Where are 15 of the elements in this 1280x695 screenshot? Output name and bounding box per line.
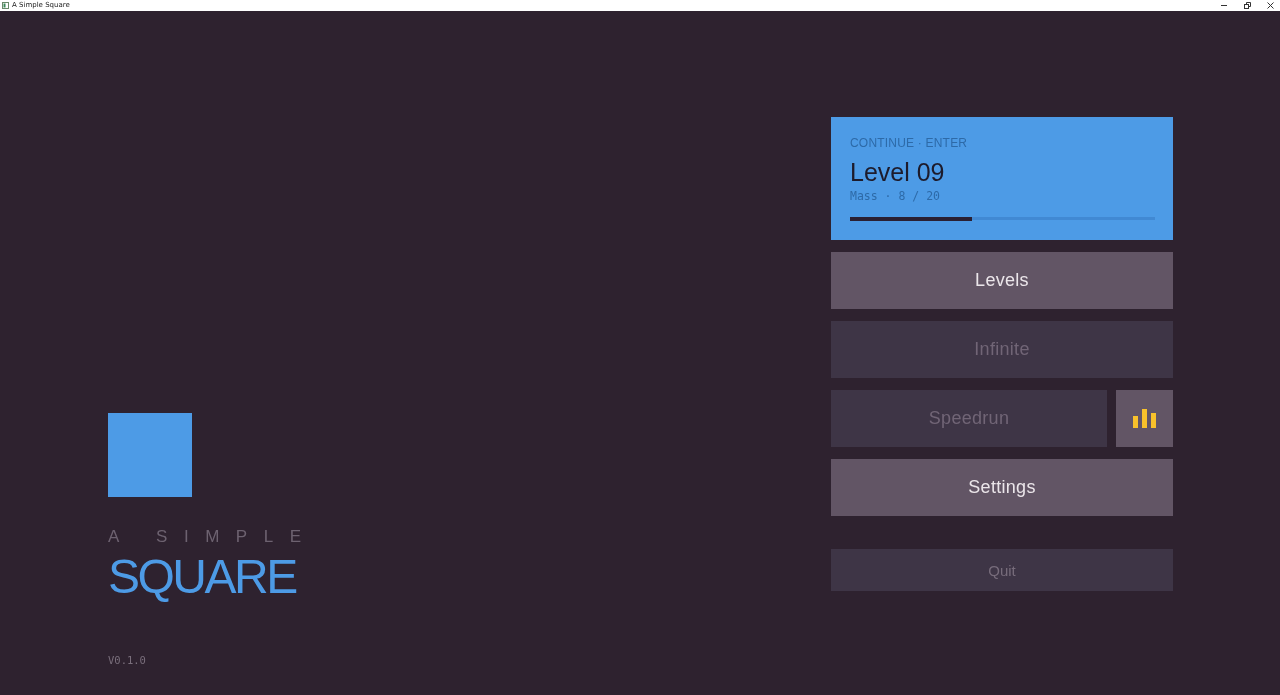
progress-text: Mass · 8 / 20: [850, 189, 940, 203]
continue-card[interactable]: CONTINUE · ENTER Level 09 Mass · 8 / 20: [831, 117, 1173, 240]
menu-button[interactable]: Settings: [831, 459, 1173, 516]
bar-chart-icon: [1133, 409, 1156, 428]
close-button[interactable]: [1266, 1, 1274, 10]
level-name: Level 09: [850, 158, 945, 186]
logo-title: SQUARE: [108, 551, 296, 603]
continue-hint: CONTINUE · ENTER: [850, 136, 968, 150]
minimize-icon: [1221, 5, 1227, 6]
close-icon: [1266, 2, 1274, 9]
logo-subtitle: A SIMPLE: [108, 527, 318, 547]
restore-icon: [1243, 2, 1251, 9]
version-label: V0.1.0: [108, 653, 146, 667]
restore-button[interactable]: [1243, 1, 1251, 10]
menu-button[interactable]: Levels: [831, 252, 1173, 309]
